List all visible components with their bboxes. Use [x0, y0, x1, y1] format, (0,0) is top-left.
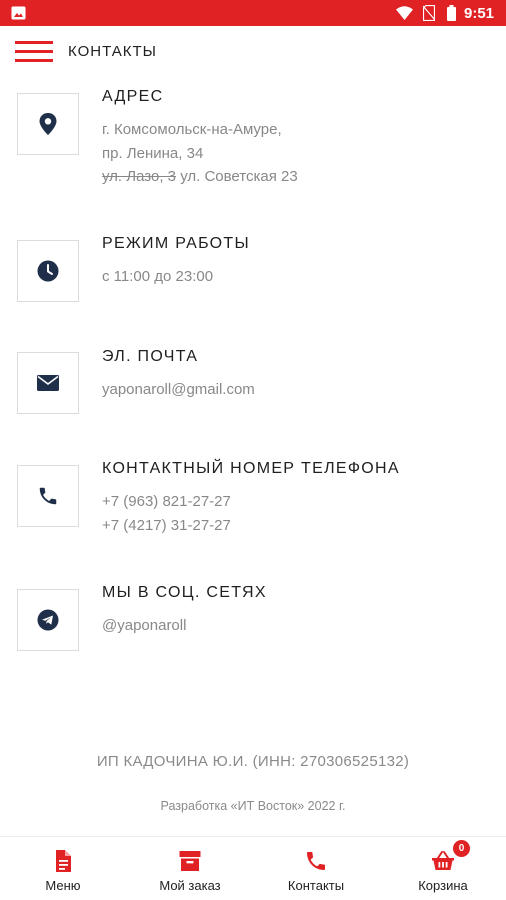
location-pin-icon — [39, 113, 57, 135]
email-lines: yaponaroll@gmail.com — [102, 378, 255, 402]
address-lines: г. Комсомольск-на-Амуре, пр. Ленина, 34 … — [102, 118, 298, 189]
nav-contacts[interactable]: Контакты — [253, 837, 379, 900]
address-line-street: пр. Ленина, 34 — [102, 144, 204, 162]
hours-icon-box — [17, 240, 79, 302]
developer-credit: Разработка «ИТ Восток» 2022 г. — [160, 799, 346, 813]
email-value[interactable]: yaponaroll@gmail.com — [102, 378, 255, 402]
gallery-icon — [11, 6, 26, 20]
cart-count-badge: 0 — [453, 840, 470, 857]
nav-cart-label: Корзина — [418, 878, 468, 893]
email-icon-box[interactable] — [17, 352, 79, 414]
telegram-icon — [37, 609, 59, 631]
no-sim-icon — [423, 5, 435, 21]
nav-my-order-label: Мой заказ — [159, 878, 221, 893]
nav-my-order[interactable]: Мой заказ — [127, 837, 253, 900]
email-title: ЭЛ. ПОЧТА — [102, 348, 199, 365]
archive-box-icon — [179, 851, 201, 871]
phone-icon — [39, 487, 57, 505]
clock-icon — [37, 260, 59, 282]
address-title: АДРЕС — [102, 88, 164, 105]
social-handle[interactable]: @yaponaroll — [102, 614, 186, 638]
new-address: ул. Советская 23 — [180, 168, 298, 185]
status-time: 9:51 — [464, 5, 495, 22]
bottom-navigation: Меню Мой заказ Контакты 0 Корзина — [0, 836, 506, 900]
page-title: КОНТАКТЫ — [68, 43, 157, 60]
old-address: ул. Лазо, 3 — [102, 168, 177, 185]
wifi-icon — [396, 6, 413, 20]
phone-lines: +7 (963) 821-27-27 +7 (4217) 31-27-27 — [102, 490, 231, 537]
status-bar: 9:51 — [0, 0, 506, 26]
phone-number-1[interactable]: +7 (963) 821-27-27 — [102, 490, 231, 514]
hours-title: РЕЖИМ РАБОТЫ — [102, 235, 250, 252]
nav-menu-label: Меню — [45, 878, 81, 893]
phone-title: КОНТАКТНЫЙ НОМЕР ТЕЛЕФОНА — [102, 460, 400, 477]
social-lines: @yaponaroll — [102, 614, 186, 638]
address-line-city: г. Комсомольск-на-Амуре, — [102, 121, 282, 138]
legal-info: ИП КАДОЧИНА Ю.И. (ИНН: 270306525132) — [96, 753, 410, 770]
nav-menu[interactable]: Меню — [0, 837, 126, 900]
hamburger-icon[interactable] — [15, 41, 53, 65]
phone-number-2[interactable]: +7 (4217) 31-27-27 — [102, 514, 231, 538]
battery-icon — [447, 5, 456, 21]
hours-lines: с 11:00 до 23:00 — [102, 265, 213, 289]
app-header: КОНТАКТЫ — [0, 26, 506, 80]
nav-contacts-label: Контакты — [287, 878, 345, 893]
document-icon — [56, 850, 71, 872]
social-title: МЫ В СОЦ. СЕТЯХ — [102, 584, 267, 601]
social-icon-box[interactable] — [17, 589, 79, 651]
phone-icon — [307, 852, 325, 870]
address-icon-box — [17, 93, 79, 155]
nav-cart[interactable]: 0 Корзина — [380, 837, 506, 900]
basket-icon — [432, 851, 454, 870]
address-line-change: ул. Лазо, 3 ул. Советская 23 — [102, 165, 298, 189]
hours-value: с 11:00 до 23:00 — [102, 268, 214, 285]
envelope-icon — [37, 375, 59, 391]
phone-icon-box[interactable] — [17, 465, 79, 527]
